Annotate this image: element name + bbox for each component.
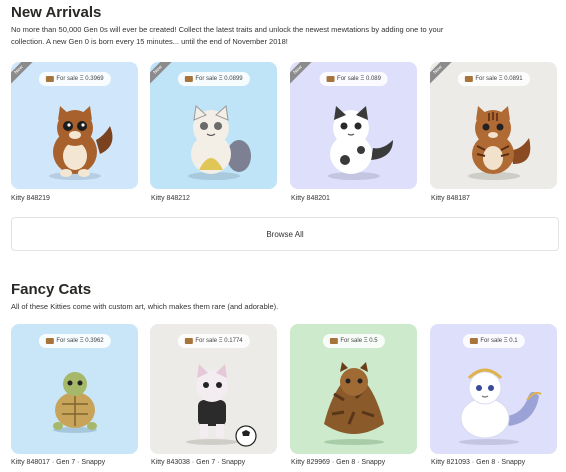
price-tag-icon (45, 76, 54, 82)
cat-illustration (48, 106, 112, 180)
new-arrivals-description: No more than 50,000 Gen 0s will ever be … (11, 24, 551, 48)
kitty-name[interactable]: Kitty 848201 (291, 195, 330, 202)
kitty-card-848017[interactable]: For sale Ξ 0.3962 (11, 324, 138, 454)
kitty-name[interactable]: Kitty 848187 (431, 195, 470, 202)
kitty-name[interactable]: Kitty 848212 (151, 195, 190, 202)
kitty-card-848219[interactable]: New For sale Ξ 0.3969 (11, 62, 138, 189)
kitty-name[interactable]: Kitty 848017 · Gen 7 · Snappy (11, 459, 105, 466)
price-tag-icon (184, 338, 193, 344)
new-tag: New (430, 62, 456, 88)
new-arrivals-title: New Arrivals (11, 4, 102, 21)
for-sale-pill: For sale Ξ 0.0891 (457, 72, 530, 86)
leaf-cat-illustration (323, 362, 384, 445)
kitty-card-848201[interactable]: New For sale Ξ 0.089 (290, 62, 417, 189)
fluffy-cat-illustration (458, 368, 542, 445)
kitty-card-848212[interactable]: New For sale Ξ 0.0899 (150, 62, 277, 189)
kitty-name[interactable]: Kitty 821093 · Gen 8 · Snappy (431, 459, 525, 466)
new-arrivals-description-line1: No more than 50,000 Gen 0s will ever be … (11, 25, 444, 34)
for-sale-pill: For sale Ξ 0.0899 (177, 72, 250, 86)
new-tag: New (11, 62, 37, 88)
fancy-cats-title: Fancy Cats (11, 281, 92, 298)
for-sale-pill: For sale Ξ 0.089 (319, 72, 388, 86)
kitty-card-829969[interactable]: For sale Ξ 0.5 (290, 324, 417, 454)
for-sale-pill: For sale Ξ 0.5 (322, 334, 385, 348)
kitty-name[interactable]: Kitty 829969 · Gen 8 · Snappy (291, 459, 385, 466)
new-tag: New (290, 62, 316, 88)
price-tag-icon (469, 338, 478, 344)
price-tag-icon (45, 338, 54, 344)
kitty-card-843038[interactable]: For sale Ξ 0.1774 (150, 324, 277, 454)
cat-illustration (187, 105, 251, 180)
for-sale-pill: For sale Ξ 0.3962 (38, 334, 111, 348)
price-tag-icon (329, 338, 338, 344)
fancy-cats-description: All of these Kitties come with custom ar… (11, 302, 279, 311)
kitty-card-821093[interactable]: For sale Ξ 0.1 (430, 324, 557, 454)
cat-illustration (327, 106, 393, 180)
price-tag-icon (326, 76, 335, 82)
for-sale-pill: For sale Ξ 0.3969 (38, 72, 111, 86)
turtle-cat-illustration (52, 372, 97, 433)
price-tag-icon (464, 76, 473, 82)
kitty-card-848187[interactable]: New For sale Ξ 0.0891 (430, 62, 557, 189)
for-sale-pill: For sale Ξ 0.1774 (177, 334, 250, 348)
soccer-cat-illustration (185, 364, 257, 447)
for-sale-pill: For sale Ξ 0.1 (462, 334, 525, 348)
new-arrivals-description-line2: collection. A new Gen 0 is born every 15… (11, 37, 288, 46)
price-tag-icon (184, 76, 193, 82)
new-tag: New (150, 62, 176, 88)
kitty-name[interactable]: Kitty 848219 (11, 195, 50, 202)
cat-illustration (467, 106, 530, 180)
kitty-name[interactable]: Kitty 843038 · Gen 7 · Snappy (151, 459, 245, 466)
browse-all-button[interactable]: Browse All (11, 217, 559, 251)
